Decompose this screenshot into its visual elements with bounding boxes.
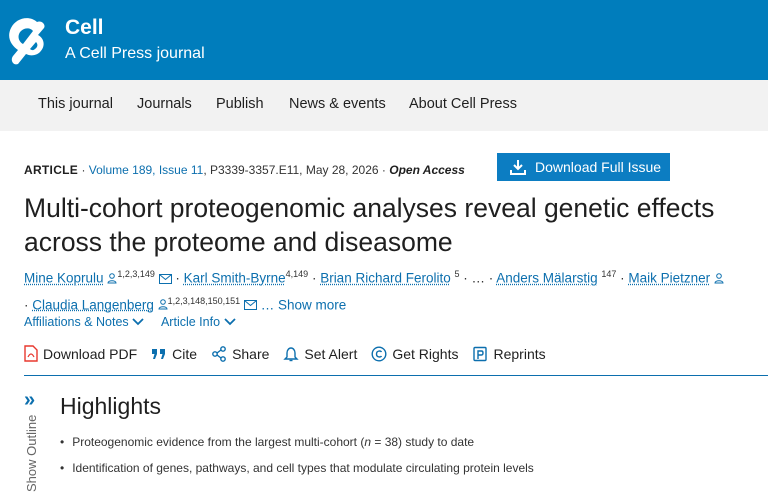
- meta-sep: ·: [78, 163, 89, 177]
- article-meta: ARTICLE · Volume 189, Issue 11, P3339-33…: [24, 163, 465, 177]
- highlight-text: = 38) study to date: [371, 435, 475, 449]
- download-icon: [510, 160, 526, 175]
- share-label: Share: [232, 345, 270, 362]
- author-link[interactable]: Claudia Langenberg: [32, 297, 154, 312]
- section-divider: [24, 375, 768, 376]
- volume-link[interactable]: Volume 189, Issue 11: [89, 163, 204, 177]
- author-link[interactable]: Mine Koprulu: [24, 271, 104, 286]
- quote-icon: [152, 348, 166, 359]
- article-actions: Download PDF Cite Share Set Alert Get Ri…: [24, 345, 546, 362]
- show-more-authors-link[interactable]: … Show more: [261, 297, 347, 312]
- nav-news-events[interactable]: News & events: [289, 96, 386, 112]
- cite-button[interactable]: Cite: [151, 346, 197, 362]
- set-alert-label: Set Alert: [304, 345, 358, 362]
- affiliations-notes-toggle[interactable]: Affiliations & Notes: [24, 315, 144, 329]
- highlight-text: Proteogenomic evidence from the largest …: [72, 435, 365, 449]
- cell-press-logo-icon[interactable]: [4, 16, 54, 68]
- email-icon[interactable]: [243, 300, 257, 310]
- share-icon: [212, 345, 226, 362]
- highlights-list: Proteogenomic evidence from the largest …: [60, 435, 534, 487]
- author-link[interactable]: Anders Mälarstig: [496, 271, 597, 286]
- main-nav: This journal Journals Publish News & eve…: [0, 80, 768, 131]
- download-pdf-button[interactable]: Download PDF: [24, 345, 137, 362]
- pages-date: , P3339-3357.E11, May 28, 2026: [203, 163, 379, 177]
- highlight-item: Identification of genes, pathways, and c…: [60, 461, 534, 475]
- meta-sep: ·: [378, 163, 390, 177]
- affiliation-sup: 147: [601, 269, 617, 279]
- download-full-issue-button[interactable]: Download Full Issue: [497, 153, 670, 181]
- author-link[interactable]: Brian Richard Ferolito: [320, 271, 451, 286]
- chevron-down-icon: [132, 318, 144, 326]
- cite-label: Cite: [172, 345, 198, 362]
- author-ellipsis: · … ·: [459, 270, 497, 286]
- reprints-button[interactable]: Reprints: [472, 345, 546, 362]
- show-outline-toggle[interactable]: » Show Outline: [24, 389, 46, 492]
- article-info-label: Article Info: [160, 315, 221, 329]
- article-type: ARTICLE: [24, 163, 79, 177]
- nav-about-cell-press[interactable]: About Cell Press: [409, 96, 517, 112]
- article-info-links: Affiliations & Notes Article Info: [24, 315, 250, 329]
- download-pdf-label: Download PDF: [43, 345, 138, 362]
- highlight-text: Identification of genes, pathways, and c…: [72, 461, 534, 475]
- person-icon: [714, 272, 724, 283]
- brand-subtitle: A Cell Press journal: [65, 45, 205, 62]
- author-link[interactable]: Karl Smith-Byrne: [184, 271, 286, 286]
- show-outline-label: Show Outline: [24, 414, 39, 492]
- affiliation-sup: 1,2,3,149: [117, 269, 155, 279]
- share-button[interactable]: Share: [211, 346, 269, 362]
- person-icon: [158, 299, 168, 310]
- author-list: Mine Koprulu 1,2,3,149 · Karl Smith-Byrn…: [24, 263, 724, 316]
- get-rights-button[interactable]: Get Rights: [371, 346, 458, 362]
- article-title-line: Multi-cohort proteogenomic analyses reve…: [24, 193, 715, 223]
- article-info-toggle[interactable]: Article Info: [161, 315, 236, 329]
- nav-publish[interactable]: Publish: [216, 96, 264, 112]
- double-chevron-right-icon: »: [24, 389, 36, 411]
- pdf-icon: [24, 345, 38, 362]
- copyright-icon: [371, 345, 387, 362]
- affiliations-notes-label: Affiliations & Notes: [24, 315, 129, 329]
- brand-header: Cell A Cell Press journal: [0, 0, 768, 80]
- affiliation-sup: 4,149: [285, 269, 309, 279]
- article-title: Multi-cohort proteogenomic analyses reve…: [24, 191, 714, 259]
- email-icon[interactable]: [158, 273, 172, 284]
- reprints-icon: [473, 346, 488, 361]
- nav-this-journal[interactable]: This journal: [38, 96, 113, 112]
- set-alert-button[interactable]: Set Alert: [283, 346, 357, 362]
- get-rights-label: Get Rights: [392, 345, 459, 362]
- brand-title[interactable]: Cell: [65, 16, 104, 40]
- nav-journals[interactable]: Journals: [137, 96, 192, 112]
- highlight-item: Proteogenomic evidence from the largest …: [60, 435, 534, 449]
- reprints-label: Reprints: [493, 345, 546, 362]
- chevron-down-icon: [223, 318, 236, 326]
- affiliation-sup: 1,2,3,148,150,151: [167, 295, 241, 306]
- article-title-line: across the proteome and diseasome: [24, 227, 453, 257]
- download-full-issue-label: Download Full Issue: [535, 159, 662, 175]
- person-icon: [107, 272, 117, 283]
- bell-icon: [283, 346, 300, 361]
- open-access-label: Open Access: [389, 163, 465, 177]
- author-link[interactable]: Maik Pietzner: [628, 271, 710, 286]
- highlights-heading: Highlights: [60, 393, 161, 419]
